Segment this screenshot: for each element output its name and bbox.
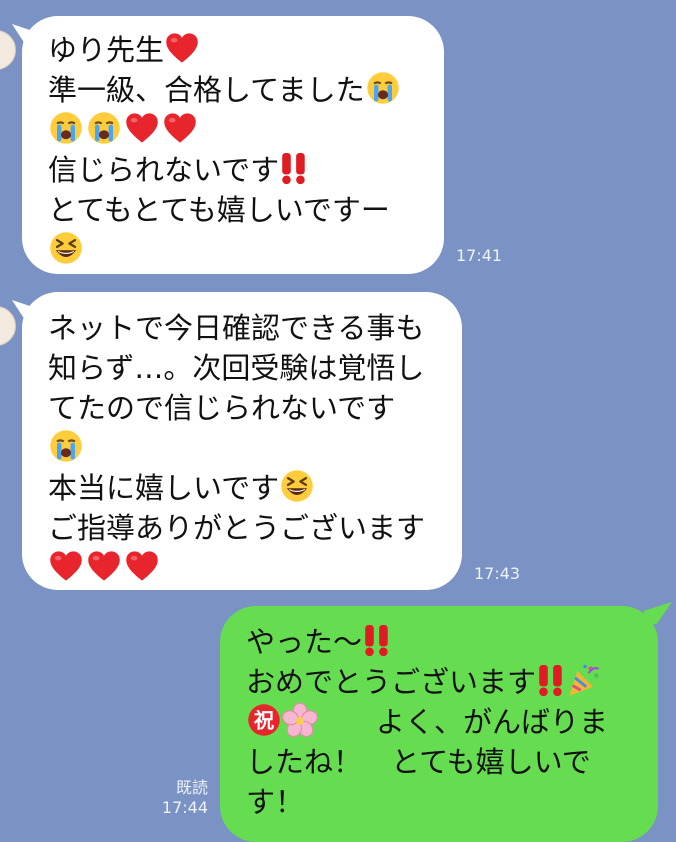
loudly-crying-face-icon bbox=[365, 70, 401, 106]
message-line: す！ bbox=[246, 785, 305, 819]
message-bubble-incoming[interactable]: ゆり先生 準一級、合格してました 信じられないです とてもとても嬉しいですー bbox=[22, 16, 444, 274]
message-line: ネットで今日確認できる事も bbox=[48, 311, 425, 345]
loudly-crying-face-icon bbox=[48, 110, 84, 146]
red-heart-icon bbox=[164, 30, 200, 66]
message-line: 準一級、合格してました bbox=[48, 73, 365, 107]
message-line: 本当に嬉しいです bbox=[48, 471, 280, 505]
message-line: 知らず…。次回受験は覚悟し bbox=[48, 351, 425, 385]
avatar[interactable] bbox=[0, 30, 16, 70]
cherry-blossom-icon bbox=[282, 702, 318, 738]
red-heart-icon bbox=[124, 110, 160, 146]
message-bubble-outgoing[interactable]: やった〜 おめでとうございます よく、がんばりま したね！ とても嬉しいで す！ bbox=[220, 606, 658, 842]
congratulations-iwai-icon bbox=[246, 702, 282, 738]
red-heart-icon bbox=[86, 548, 122, 584]
message-line: 信じられないです bbox=[48, 153, 280, 187]
message-timestamp: 17:41 bbox=[456, 246, 503, 265]
message-line: てたので信じられないです bbox=[48, 391, 396, 425]
double-exclamation-icon bbox=[362, 622, 392, 658]
read-receipt: 既読 bbox=[175, 778, 208, 797]
message-line: やった〜 bbox=[246, 625, 363, 659]
message-bubble-incoming[interactable]: ネットで今日確認できる事も 知らず…。次回受験は覚悟し てたので信じられないです… bbox=[22, 292, 462, 590]
loudly-crying-face-icon bbox=[86, 110, 122, 146]
message-timestamp: 17:44 bbox=[161, 798, 208, 817]
avatar[interactable] bbox=[0, 306, 16, 346]
message-timestamp: 17:43 bbox=[474, 564, 521, 583]
message-line: ご指導ありがとうございます bbox=[48, 511, 426, 545]
loudly-crying-face-icon bbox=[48, 428, 84, 464]
message-line: とてもとても嬉しいですー bbox=[48, 193, 390, 227]
message-line: おめでとうございます bbox=[246, 665, 537, 699]
double-exclamation-icon bbox=[536, 662, 566, 698]
message-line: ゆり先生 bbox=[48, 33, 165, 67]
grinning-squinting-face-icon bbox=[279, 468, 315, 504]
red-heart-icon bbox=[162, 110, 198, 146]
double-exclamation-icon bbox=[279, 150, 309, 186]
chat-view[interactable]: ゆり先生 準一級、合格してました 信じられないです とてもとても嬉しいですー 1… bbox=[0, 0, 676, 842]
red-heart-icon bbox=[124, 548, 160, 584]
party-popper-icon bbox=[566, 662, 602, 698]
red-heart-icon bbox=[48, 548, 84, 584]
message-line: よく、がんばりま bbox=[318, 705, 609, 739]
message-line: したね！ とても嬉しいで bbox=[246, 745, 591, 779]
grinning-squinting-face-icon bbox=[48, 230, 84, 266]
